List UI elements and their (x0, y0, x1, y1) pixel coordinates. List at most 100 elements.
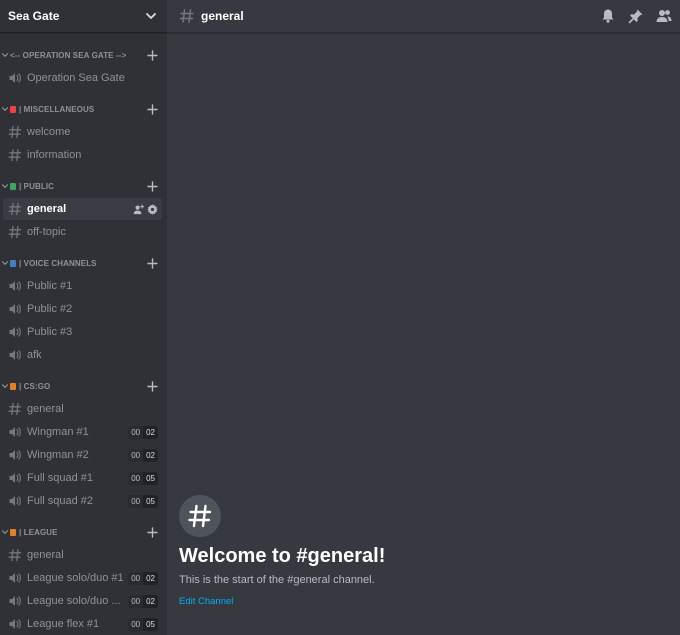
channel-name: welcome (27, 126, 71, 138)
text-channel[interactable]: general (3, 544, 162, 566)
pin-icon[interactable] (628, 8, 644, 24)
plus-icon[interactable] (147, 49, 158, 61)
category-header[interactable]: | PUBLIC (0, 175, 167, 197)
bell-icon[interactable] (600, 8, 616, 24)
user-limit-badge: 00 02 (128, 571, 158, 585)
voice-channel[interactable]: Public #3 (3, 321, 162, 343)
hash-icon (188, 504, 212, 528)
welcome-subtitle: This is the start of the #general channe… (179, 574, 375, 586)
plus-icon[interactable] (147, 257, 158, 269)
voice-channel[interactable]: Wingman #2 00 02 (3, 444, 162, 466)
user-count: 00 (128, 594, 144, 608)
text-channel[interactable]: general (3, 198, 162, 220)
voice-channel[interactable]: Wingman #1 00 02 (3, 421, 162, 443)
hash-icon (179, 9, 194, 23)
voice-channel[interactable]: League solo/duo ... 00 02 (3, 590, 162, 612)
speaker-icon (9, 473, 21, 483)
channel-name: Full squad #2 (27, 495, 94, 507)
channel-name: Operation Sea Gate (27, 72, 125, 84)
chevron-down-icon[interactable] (1, 382, 9, 390)
channel-name: Public #1 (27, 280, 73, 292)
speaker-icon (9, 450, 21, 460)
speaker-icon (9, 427, 21, 437)
plus-icon[interactable] (147, 103, 158, 115)
welcome-title: Welcome to #general! (179, 545, 386, 567)
speaker-icon (9, 73, 21, 83)
text-channel[interactable]: information (3, 144, 162, 166)
user-limit-badge: 00 02 (128, 425, 158, 439)
text-channel[interactable]: general (3, 398, 162, 420)
channel-name: League solo/duo ... (27, 595, 121, 607)
members-icon[interactable] (656, 8, 672, 24)
channel-name: general (27, 549, 64, 561)
plus-icon[interactable] (147, 380, 158, 392)
channel-name: off-topic (27, 226, 66, 238)
speaker-icon (9, 281, 21, 291)
plus-icon[interactable] (147, 526, 158, 538)
edit-channel-link[interactable]: Edit Channel (179, 596, 233, 607)
chevron-down-icon[interactable] (1, 51, 9, 59)
user-count: 00 (128, 425, 144, 439)
category-header[interactable]: | VOICE CHANNELS (0, 252, 167, 274)
category-header[interactable]: | CS:GO (0, 375, 167, 397)
user-limit-badge: 00 05 (128, 494, 158, 508)
user-limit-badge: 00 02 (128, 594, 158, 608)
category-header[interactable]: <-- OPERATION SEA GATE --> (0, 44, 167, 66)
hash-icon (8, 402, 22, 416)
server-header[interactable]: Sea Gate (0, 0, 167, 33)
speaker-icon (9, 573, 21, 583)
category-name: | CS:GO (19, 381, 51, 391)
speaker-icon (9, 596, 21, 606)
chevron-down-icon[interactable] (1, 259, 9, 267)
channel-sidebar: Sea Gate <-- OPERATION SEA GATE --> Opera… (0, 0, 167, 635)
channel-name: Wingman #2 (27, 449, 89, 461)
chevron-down-icon[interactable] (1, 105, 9, 113)
text-channel[interactable]: welcome (3, 121, 162, 143)
channel-name: Wingman #1 (27, 426, 89, 438)
user-limit-badge: 00 05 (128, 471, 158, 485)
hash-icon (8, 125, 22, 139)
user-limit: 02 (143, 425, 158, 439)
category-color-marker (10, 528, 16, 536)
category-color-marker (10, 182, 16, 190)
category-name: <-- OPERATION SEA GATE --> (10, 50, 127, 60)
category-header[interactable]: | MISCELLANEOUS (0, 98, 167, 120)
channel-name: Full squad #1 (27, 472, 94, 484)
category-name: | LEAGUE (19, 527, 58, 537)
voice-channel[interactable]: League solo/duo #1 00 02 (3, 567, 162, 589)
channel-name: Public #3 (27, 326, 73, 338)
voice-channel[interactable]: League flex #1 00 05 (3, 613, 162, 635)
category-color-marker (10, 105, 16, 113)
voice-channel[interactable]: Full squad #1 00 05 (3, 467, 162, 489)
user-limit-badge: 00 02 (128, 448, 158, 462)
voice-channel[interactable]: Operation Sea Gate (3, 67, 162, 89)
channel-list: <-- OPERATION SEA GATE --> Operation Sea … (0, 33, 167, 635)
channel-header: general (167, 0, 680, 33)
plus-icon[interactable] (147, 180, 158, 192)
category-name: | VOICE CHANNELS (19, 258, 97, 268)
add-user-icon[interactable] (133, 203, 144, 215)
user-count: 00 (128, 471, 144, 485)
voice-channel[interactable]: afk (3, 344, 162, 366)
chevron-down-icon[interactable] (1, 182, 9, 190)
chevron-down-icon[interactable] (1, 528, 9, 536)
chat-area: general Welcome to #general! This is the… (167, 0, 680, 635)
category-header[interactable]: | LEAGUE (0, 521, 167, 543)
voice-channel[interactable]: Public #1 (3, 275, 162, 297)
welcome-hash-badge (179, 495, 221, 537)
channel-name: general (27, 403, 64, 415)
hash-icon (8, 225, 22, 239)
channel-name: general (27, 203, 67, 215)
voice-channel[interactable]: Public #2 (3, 298, 162, 320)
category-name: | MISCELLANEOUS (19, 104, 95, 114)
gear-icon[interactable] (147, 203, 158, 215)
speaker-icon (9, 496, 21, 506)
category-color-marker (10, 382, 16, 390)
message-area: Welcome to #general! This is the start o… (167, 33, 680, 635)
voice-channel[interactable]: Full squad #2 00 05 (3, 490, 162, 512)
hash-icon (8, 202, 22, 216)
hash-icon (8, 148, 22, 162)
text-channel[interactable]: off-topic (3, 221, 162, 243)
channel-title: general (201, 9, 244, 23)
user-count: 00 (128, 494, 144, 508)
